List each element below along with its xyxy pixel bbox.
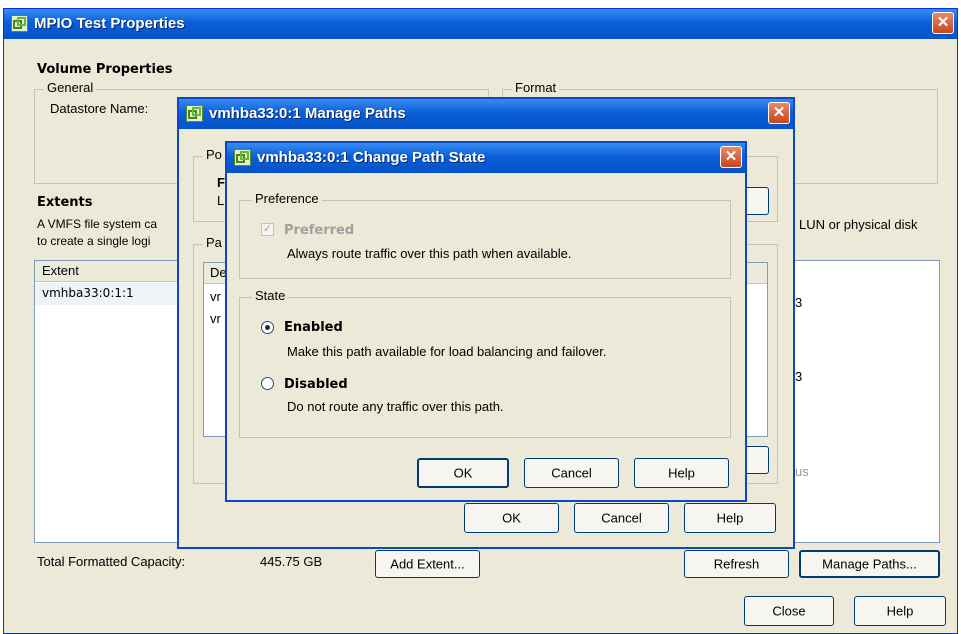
detail-fragment: us [795, 464, 809, 479]
vmware-chain-icon [234, 149, 251, 166]
add-extent-button[interactable]: Add Extent... [375, 550, 480, 578]
extent-name: vmhba33:0:1:1 [42, 286, 134, 300]
total-capacity-label: Total Formatted Capacity: [37, 554, 186, 569]
disabled-radio[interactable] [261, 377, 274, 390]
extents-heading: Extents [37, 195, 93, 210]
policy-line-1: F [217, 175, 225, 190]
help-button[interactable]: Help [854, 596, 946, 626]
extent-details-panel: 3 3 us [794, 260, 940, 543]
detail-fragment: 3 [795, 295, 803, 310]
manage-paths-close-icon[interactable]: ✕ [768, 102, 790, 124]
total-capacity-value: 445.75 GB [260, 554, 323, 569]
enabled-radio[interactable] [261, 321, 274, 334]
manage-paths-title-bar[interactable]: vmhba33:0:1 Manage Paths ✕ [179, 99, 793, 129]
main-window-title: MPIO Test Properties [34, 15, 185, 32]
detail-fragment: 3 [795, 369, 803, 384]
main-close-icon[interactable]: ✕ [932, 12, 954, 34]
preference-group [239, 200, 731, 279]
preference-legend: Preference [252, 191, 322, 206]
format-legend: Format [512, 80, 560, 95]
policy-legend: Po [203, 147, 225, 162]
change-state-help-button[interactable]: Help [634, 458, 729, 488]
vmware-chain-icon [186, 105, 203, 122]
table-row[interactable]: vmhba33:0:1:1 [35, 283, 183, 305]
state-group [239, 297, 731, 438]
preferred-description: Always route traffic over this path when… [287, 246, 572, 261]
disabled-label[interactable]: Disabled [284, 377, 348, 392]
extent-column-header[interactable]: Extent [35, 261, 183, 282]
main-title-bar[interactable]: MPIO Test Properties ✕ [4, 9, 957, 39]
extents-description-2: to create a single logi [37, 234, 151, 248]
close-button[interactable]: Close [744, 596, 834, 626]
manage-paths-cancel-button[interactable]: Cancel [574, 503, 669, 533]
paths-legend: Pa [203, 235, 225, 250]
extents-description-1: A VMFS file system ca [37, 217, 158, 231]
manage-paths-help-button[interactable]: Help [684, 503, 776, 533]
change-state-cancel-button[interactable]: Cancel [524, 458, 619, 488]
refresh-button[interactable]: Refresh [684, 550, 789, 578]
policy-line-2: L [217, 193, 225, 208]
change-path-state-dialog: vmhba33:0:1 Change Path State ✕ Preferen… [225, 141, 747, 502]
manage-paths-ok-button[interactable]: OK [464, 503, 559, 533]
enabled-label[interactable]: Enabled [284, 320, 343, 335]
volume-properties-heading: Volume Properties [37, 62, 173, 77]
change-state-ok-button[interactable]: OK [417, 458, 509, 488]
datastore-name-label: Datastore Name: [50, 101, 149, 116]
disabled-description: Do not route any traffic over this path. [287, 399, 504, 414]
manage-paths-button[interactable]: Manage Paths... [799, 550, 940, 578]
vmware-chain-icon [11, 15, 28, 32]
preferred-label: Preferred [284, 223, 355, 238]
enabled-description: Make this path available for load balanc… [287, 344, 607, 359]
change-path-state-close-icon[interactable]: ✕ [720, 146, 742, 168]
preferred-checkbox[interactable]: ✓ [261, 223, 274, 236]
state-legend: State [252, 288, 289, 303]
extent-list[interactable]: Extent vmhba33:0:1:1 [34, 260, 184, 543]
change-path-state-title: vmhba33:0:1 Change Path State [257, 149, 486, 166]
general-legend: General [44, 80, 97, 95]
manage-paths-title: vmhba33:0:1 Manage Paths [209, 105, 406, 122]
change-path-state-title-bar[interactable]: vmhba33:0:1 Change Path State ✕ [227, 143, 745, 173]
check-mark-icon: ✓ [262, 223, 273, 235]
extents-description-right: LUN or physical disk [799, 217, 918, 232]
